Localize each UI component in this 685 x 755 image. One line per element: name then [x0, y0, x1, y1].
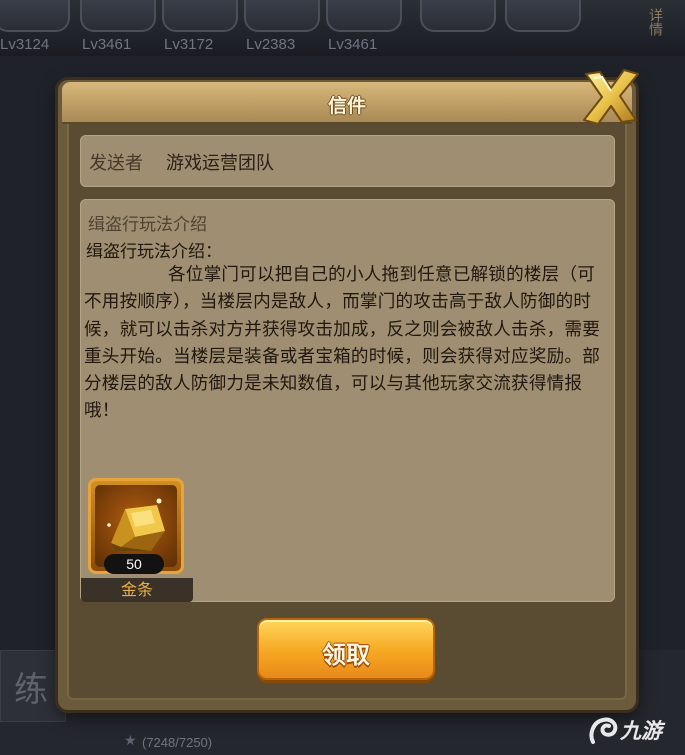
dialog-title: 信件: [327, 95, 366, 117]
background-avatar: [0, 0, 70, 32]
background-avatar: [162, 0, 238, 32]
background-avatar: [326, 0, 402, 32]
background-avatar: [420, 0, 496, 32]
close-button[interactable]: [578, 64, 644, 130]
close-x-icon: [583, 69, 639, 125]
background-detail-text: 详情: [648, 8, 664, 36]
claim-button[interactable]: 领取: [257, 618, 435, 680]
background-progress-text: (7248/7250): [142, 735, 213, 750]
background-avatar: [244, 0, 320, 32]
mail-dialog-header: 信件: [62, 82, 632, 124]
item-count-badge: 50: [104, 554, 164, 574]
background-level-label: Lv2383: [246, 36, 296, 53]
star-icon: ★: [124, 733, 137, 749]
background-avatar: [505, 0, 581, 32]
background-side-glyph: 练: [14, 670, 48, 710]
watermark-text: 九游: [620, 719, 662, 743]
mail-body-text: 各位掌门可以把自己的小人拖到任意已解锁的楼层（可不用按顺序），当楼层内是敌人，而…: [84, 265, 601, 422]
mail-heading: 缉盗行玩法介绍：: [86, 242, 222, 262]
claim-button-label: 领取: [322, 641, 370, 669]
background-level-label: Lv3172: [164, 36, 214, 53]
background-level-label: Lv3461: [328, 36, 378, 53]
sender-label: 发送者: [89, 153, 143, 174]
background-level-label: Lv3461: [82, 36, 132, 53]
background-level-label: Lv3124: [0, 36, 50, 53]
sender-row: 发送者 游戏运营团队: [80, 135, 615, 187]
item-name-label: 金条: [81, 578, 193, 602]
sender-value: 游戏运营团队: [166, 153, 274, 174]
background-avatar: [80, 0, 156, 32]
mail-subject: 缉盗行玩法介绍: [88, 215, 207, 235]
